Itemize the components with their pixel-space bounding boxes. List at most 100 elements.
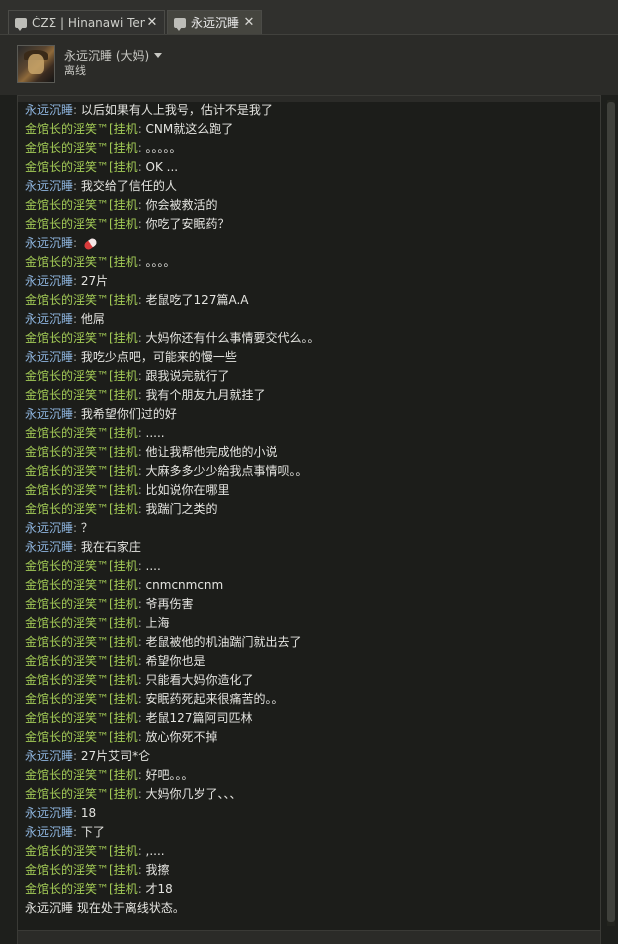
message-sender[interactable]: 永远沉睡 (25, 236, 73, 250)
message-list: 永远沉睡: 以后如果有人上我号，估计不是我了金馆长的淫笑™[挂机: CNM就这么… (25, 101, 595, 918)
message-sender[interactable]: 金馆长的淫笑™[挂机 (25, 464, 138, 478)
message-sender[interactable]: 金馆长的淫笑™[挂机 (25, 578, 138, 592)
sender-separator: : (137, 160, 146, 174)
message-sender[interactable]: 金馆长的淫笑™[挂机 (25, 141, 138, 155)
chat-message: 金馆长的淫笑™[挂机: 你吃了安眠药？ (25, 215, 595, 234)
close-icon[interactable]: ✕ (145, 15, 159, 30)
message-sender[interactable]: 永远沉睡 (25, 179, 73, 193)
message-sender[interactable]: 金馆长的淫笑™[挂机 (25, 863, 138, 877)
message-sender[interactable]: 金馆长的淫笑™[挂机 (25, 654, 138, 668)
message-sender[interactable]: 金馆长的淫笑™[挂机 (25, 787, 138, 801)
sender-separator: : (137, 844, 146, 858)
message-sender[interactable]: 金馆长的淫笑™[挂机 (25, 160, 138, 174)
sender-separator: : (137, 217, 146, 231)
message-sender[interactable]: 金馆长的淫笑™[挂机 (25, 616, 138, 630)
message-sender[interactable]: 金馆长的淫笑™[挂机 (25, 122, 138, 136)
message-sender[interactable]: 金馆长的淫笑™[挂机 (25, 331, 138, 345)
message-text: 以后如果有人上我号，估计不是我了 (80, 103, 273, 117)
sender-separator: : (73, 179, 81, 193)
chat-message: 金馆长的淫笑™[挂机: 比如说你在哪里 (25, 481, 595, 500)
message-sender[interactable]: 永远沉睡 (25, 274, 73, 288)
message-sender[interactable]: 金馆长的淫笑™[挂机 (25, 597, 138, 611)
message-text: 才18 (145, 882, 173, 896)
chat-log[interactable]: 永远沉睡: 以后如果有人上我号，估计不是我了金馆长的淫笑™[挂机: CNM就这么… (17, 95, 601, 931)
message-text: .... (145, 559, 161, 573)
message-sender[interactable]: 永远沉睡 (25, 350, 73, 364)
message-sender[interactable]: 金馆长的淫笑™[挂机 (25, 426, 138, 440)
scrollbar-thumb[interactable] (607, 102, 615, 922)
chat-bubble-icon (174, 17, 186, 31)
message-sender[interactable]: 金馆长的淫笑™[挂机 (25, 559, 138, 573)
message-text: 放心你死不掉 (145, 730, 218, 744)
sender-separator: : (73, 407, 81, 421)
message-text: 我交给了信任的人 (80, 179, 177, 193)
message-text: 爷再伤害 (145, 597, 194, 611)
tab-hinanawi-tenshi[interactable]: ĆZΣ | Hinanawi Tenshi ✕ (8, 10, 165, 34)
message-sender[interactable]: 金馆长的淫笑™[挂机 (25, 388, 138, 402)
sender-separator: : (137, 730, 146, 744)
message-sender[interactable]: 金馆长的淫笑™[挂机 (25, 445, 138, 459)
message-sender[interactable]: 金馆长的淫笑™[挂机 (25, 483, 138, 497)
sender-separator: : (137, 673, 146, 687)
sender-separator: : (137, 787, 146, 801)
chat-input-area[interactable] (17, 931, 601, 944)
message-sender[interactable]: 永远沉睡 (25, 312, 73, 326)
message-text: ,.... (145, 844, 165, 858)
message-sender[interactable]: 永远沉睡 (25, 540, 73, 554)
message-text: 好吧。。。 (145, 768, 194, 782)
chat-message: 金馆长的淫笑™[挂机: 大麻多多少少給我点事情呗。。 (25, 462, 595, 481)
message-sender[interactable]: 永远沉睡 (25, 521, 73, 535)
message-sender[interactable]: 金馆长的淫笑™[挂机 (25, 711, 138, 725)
chat-message: 金馆长的淫笑™[挂机: 我有个朋友九月就挂了 (25, 386, 595, 405)
message-sender[interactable]: 金馆长的淫笑™[挂机 (25, 293, 138, 307)
sender-separator: : (137, 692, 146, 706)
message-sender[interactable]: 永远沉睡 (25, 806, 73, 820)
message-sender[interactable]: 永远沉睡 (25, 825, 73, 839)
chat-message: 永远沉睡: 我交给了信任的人 (25, 177, 595, 196)
message-sender[interactable]: 金馆长的淫笑™[挂机 (25, 198, 138, 212)
chat-message: 金馆长的淫笑™[挂机: 跟我说完就行了 (25, 367, 595, 386)
sender-separator: : (137, 483, 146, 497)
message-sender[interactable]: 金馆长的淫笑™[挂机 (25, 255, 138, 269)
message-sender[interactable]: 金馆长的淫笑™[挂机 (25, 673, 138, 687)
chat-message: 金馆长的淫笑™[挂机: 。。。。。 (25, 139, 595, 158)
message-sender[interactable]: 永远沉睡 (25, 749, 73, 763)
message-sender[interactable]: 永远沉睡 (25, 103, 73, 117)
chat-message: 金馆长的淫笑™[挂机: 我擦 (25, 861, 595, 880)
message-sender[interactable]: 金馆长的淫笑™[挂机 (25, 844, 138, 858)
chat-message: 金馆长的淫笑™[挂机: 好吧。。。 (25, 766, 595, 785)
message-text: 我希望你们过的好 (80, 407, 177, 421)
message-text: 你会被救活的 (145, 198, 218, 212)
message-text: 下了 (80, 825, 105, 839)
message-sender[interactable]: 金馆长的淫笑™[挂机 (25, 768, 138, 782)
message-text: 跟我说完就行了 (145, 369, 230, 383)
chat-message: 金馆长的淫笑™[挂机: 大妈你还有什么事情要交代么。。 (25, 329, 595, 348)
message-sender[interactable]: 金馆长的淫笑™[挂机 (25, 882, 138, 896)
avatar[interactable] (17, 45, 55, 83)
message-text: 大妈你几岁了、、、 (145, 787, 242, 801)
sender-separator: : (137, 559, 146, 573)
tab-active-chat[interactable]: 永远沉睡 ✕ (167, 10, 262, 34)
chevron-down-icon (154, 53, 163, 58)
chat-message: 金馆长的淫笑™[挂机: 你会被救活的 (25, 196, 595, 215)
message-sender[interactable]: 金馆长的淫笑™[挂机 (25, 692, 138, 706)
chat-message: 金馆长的淫笑™[挂机: OK ... (25, 158, 595, 177)
chat-message: 永远沉睡: 27片艾司*仑 (25, 747, 595, 766)
message-sender[interactable]: 金馆长的淫笑™[挂机 (25, 502, 138, 516)
message-sender[interactable]: 金馆长的淫笑™[挂机 (25, 635, 138, 649)
chat-message: 永远沉睡: 他屌 (25, 310, 595, 329)
message-sender[interactable]: 金馆长的淫笑™[挂机 (25, 369, 138, 383)
chat-message: 金馆长的淫笑™[挂机: cnmcnmcnm (25, 576, 595, 595)
tab-label: ĆZΣ | Hinanawi Tenshi (32, 15, 145, 30)
sender-separator: : (137, 597, 146, 611)
chat-message: 永远沉睡: 下了 (25, 823, 595, 842)
message-sender[interactable]: 永远沉睡 (25, 407, 73, 421)
close-icon[interactable]: ✕ (242, 15, 256, 30)
chat-message: 永远沉睡: 我在石家庄 (25, 538, 595, 557)
sender-separator: : (137, 122, 146, 136)
message-sender[interactable]: 金馆长的淫笑™[挂机 (25, 217, 138, 231)
chat-message: 金馆长的淫笑™[挂机: CNM就这么跑了 (25, 120, 595, 139)
message-text: 老鼠127篇阿司匹林 (145, 711, 253, 725)
message-sender[interactable]: 金馆长的淫笑™[挂机 (25, 730, 138, 744)
chat-message: 永远沉睡: (25, 234, 595, 253)
